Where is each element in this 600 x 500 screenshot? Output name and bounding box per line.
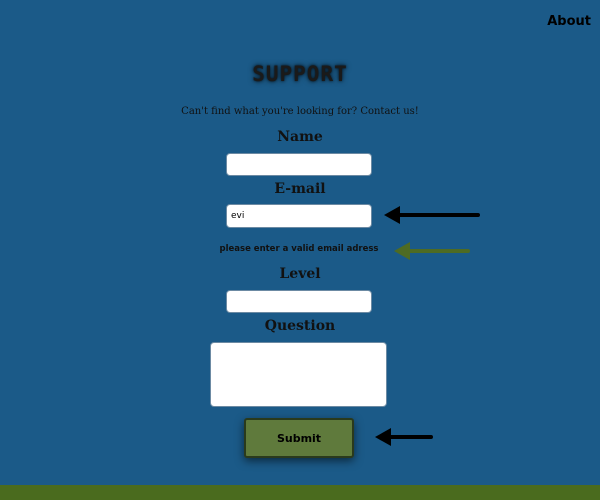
arrow-left-icon — [384, 206, 480, 224]
arrow-left-icon — [375, 428, 433, 446]
email-field[interactable] — [226, 204, 372, 228]
question-field[interactable] — [210, 342, 387, 407]
about-link[interactable]: About — [547, 14, 591, 29]
name-field[interactable] — [226, 153, 372, 176]
email-label: E-mail — [274, 181, 326, 197]
submit-button[interactable]: Submit — [244, 418, 354, 458]
level-label: Level — [279, 266, 321, 282]
level-field[interactable] — [226, 290, 372, 313]
email-error-message: please enter a valid email adress — [219, 244, 379, 254]
page-subtitle: Can't find what you're looking for? Cont… — [181, 106, 419, 117]
footer-bar — [0, 485, 600, 500]
arrow-left-icon — [394, 242, 470, 260]
name-label: Name — [277, 129, 323, 145]
page-title: SUPPORT — [252, 62, 348, 86]
question-label: Question — [264, 318, 336, 334]
